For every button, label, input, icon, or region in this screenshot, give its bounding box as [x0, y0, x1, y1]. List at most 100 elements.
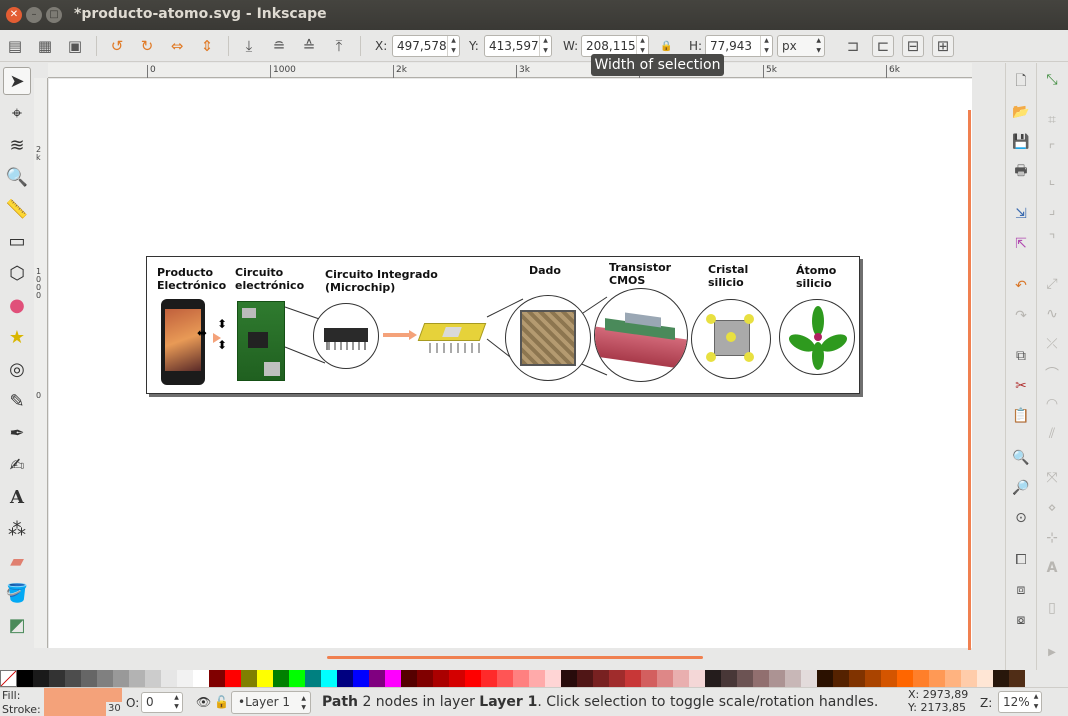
snap-midpoints-icon[interactable]: ⫽ [1041, 423, 1063, 445]
color-swatch[interactable] [241, 670, 257, 687]
color-swatch[interactable] [705, 670, 721, 687]
color-swatch[interactable] [33, 670, 49, 687]
snap-page-border-icon[interactable]: ▯ [1041, 597, 1063, 619]
layer-select[interactable]: •Layer 1 ▲ ▼ [231, 691, 311, 714]
paste-icon[interactable]: 📋 [1010, 405, 1032, 427]
color-swatch[interactable] [865, 670, 881, 687]
color-swatch[interactable] [417, 670, 433, 687]
scrollbar-thumb[interactable] [327, 656, 703, 659]
lower-to-bottom-icon[interactable]: ⤓ [238, 35, 260, 57]
color-swatch[interactable] [881, 670, 897, 687]
unit-select[interactable]: px ▲ ▼ [777, 35, 825, 57]
color-swatch[interactable] [385, 670, 401, 687]
export-icon[interactable]: ⇱ [1010, 233, 1032, 255]
spray-tool-icon[interactable]: ⁂ [3, 515, 31, 543]
horizontal-scrollbar[interactable] [49, 650, 972, 666]
color-swatch[interactable] [801, 670, 817, 687]
color-swatch[interactable] [1009, 670, 1025, 687]
scale-handle-icon[interactable]: ⬌ [197, 327, 207, 339]
color-swatch[interactable] [369, 670, 385, 687]
color-swatch[interactable] [785, 670, 801, 687]
color-swatch[interactable] [769, 670, 785, 687]
new-document-icon[interactable]: 🗋 [1010, 71, 1032, 93]
y-field[interactable]: 413,597 ▲ ▼ [484, 35, 552, 57]
cut-icon[interactable]: ✂ [1010, 375, 1032, 397]
unlink-clone-icon[interactable]: ⧇ [1010, 609, 1032, 631]
no-paint-swatch[interactable] [0, 670, 17, 687]
color-swatch[interactable] [161, 670, 177, 687]
snap-bbox-centers-icon[interactable]: ⌝ [1041, 229, 1063, 251]
pencil-tool-icon[interactable]: ✎ [3, 387, 31, 415]
redo-icon[interactable]: ↷ [1010, 305, 1032, 327]
color-swatch[interactable] [97, 670, 113, 687]
color-swatch[interactable] [993, 670, 1009, 687]
maximize-window-button[interactable]: □ [46, 7, 62, 23]
color-swatch[interactable] [81, 670, 97, 687]
save-document-icon[interactable]: 💾 [1010, 131, 1032, 153]
color-swatch[interactable] [977, 670, 993, 687]
color-swatch[interactable] [497, 670, 513, 687]
eraser-tool-icon[interactable]: ▰ [3, 547, 31, 575]
clone-icon[interactable]: ⧈ [1010, 579, 1032, 601]
figure-group[interactable]: Producto Electrónico Circuito electrónic… [146, 256, 860, 394]
rotate-cw-icon[interactable]: ↻ [136, 35, 158, 57]
snap-paths-icon[interactable]: ∿ [1041, 303, 1063, 325]
duplicate-icon[interactable]: ⧠ [1010, 549, 1032, 571]
minimize-window-button[interactable]: – [26, 7, 42, 23]
calligraphy-tool-icon[interactable]: ✍ [3, 451, 31, 479]
select-all-layers-icon[interactable]: ▦ [34, 35, 56, 57]
color-swatch[interactable] [817, 670, 833, 687]
color-swatch[interactable] [513, 670, 529, 687]
color-swatch[interactable] [961, 670, 977, 687]
color-swatch[interactable] [209, 670, 225, 687]
snap-cusp-nodes-icon[interactable]: ⌒ [1041, 363, 1063, 385]
color-swatch[interactable] [481, 670, 497, 687]
visibility-icon[interactable]: 👁 [196, 695, 211, 709]
color-swatch[interactable] [625, 670, 641, 687]
color-swatch[interactable] [737, 670, 753, 687]
color-swatch[interactable] [833, 670, 849, 687]
color-swatch[interactable] [577, 670, 593, 687]
lock-layer-icon[interactable]: 🔓 [214, 695, 229, 709]
color-swatch[interactable] [849, 670, 865, 687]
lock-icon[interactable]: 🔒 [660, 41, 672, 52]
rotate-ccw-icon[interactable]: ↺ [106, 35, 128, 57]
tweak-tool-icon[interactable]: ≋ [3, 131, 31, 159]
zoom-drawing-icon[interactable]: 🔎 [1010, 477, 1032, 499]
color-swatch[interactable] [609, 670, 625, 687]
color-swatch[interactable] [721, 670, 737, 687]
color-swatch[interactable] [65, 670, 81, 687]
close-window-button[interactable]: ✕ [6, 7, 22, 23]
snap-text-baseline-icon[interactable]: A [1041, 557, 1063, 579]
open-document-icon[interactable]: 📂 [1010, 101, 1032, 123]
lower-icon[interactable]: ≘ [268, 35, 290, 57]
color-swatch[interactable] [593, 670, 609, 687]
color-swatch[interactable] [273, 670, 289, 687]
color-swatch[interactable] [945, 670, 961, 687]
color-swatch[interactable] [17, 670, 33, 687]
gradient-tool-icon[interactable]: ◩ [3, 611, 31, 639]
snap-bbox-edges-icon[interactable]: ⌜ [1041, 139, 1063, 161]
scale-stroke-icon[interactable]: ⊐ [842, 35, 864, 57]
zoom-page-icon[interactable]: ⊙ [1010, 507, 1032, 529]
color-swatch[interactable] [545, 670, 561, 687]
color-swatch[interactable] [353, 670, 369, 687]
zoom-field[interactable]: 12% ▲ ▼ [998, 691, 1042, 713]
snap-smooth-nodes-icon[interactable]: ◠ [1041, 393, 1063, 415]
scale-handle-icon[interactable]: ⬍ [217, 318, 227, 330]
select-all-icon[interactable]: ▤ [4, 35, 26, 57]
spiral-tool-icon[interactable]: ◎ [3, 355, 31, 383]
snap-bbox-midpoints-icon[interactable]: ⌟ [1041, 199, 1063, 221]
color-swatch[interactable] [113, 670, 129, 687]
vertical-scrollbar[interactable] [972, 79, 1000, 650]
ellipse-tool-icon[interactable]: ● [3, 291, 31, 319]
chevron-right-icon[interactable]: ▶ [1041, 641, 1063, 663]
stroke-indicator[interactable] [44, 702, 106, 716]
snap-nodes-icon[interactable]: ⤢ [1041, 273, 1063, 295]
bucket-tool-icon[interactable]: 🪣 [3, 579, 31, 607]
color-swatch[interactable] [337, 670, 353, 687]
copy-icon[interactable]: ⧉ [1010, 345, 1032, 367]
color-swatch[interactable] [321, 670, 337, 687]
snap-bbox-corners-icon[interactable]: ⌞ [1041, 169, 1063, 191]
snap-bbox-icon[interactable]: ⌗ [1041, 109, 1063, 131]
